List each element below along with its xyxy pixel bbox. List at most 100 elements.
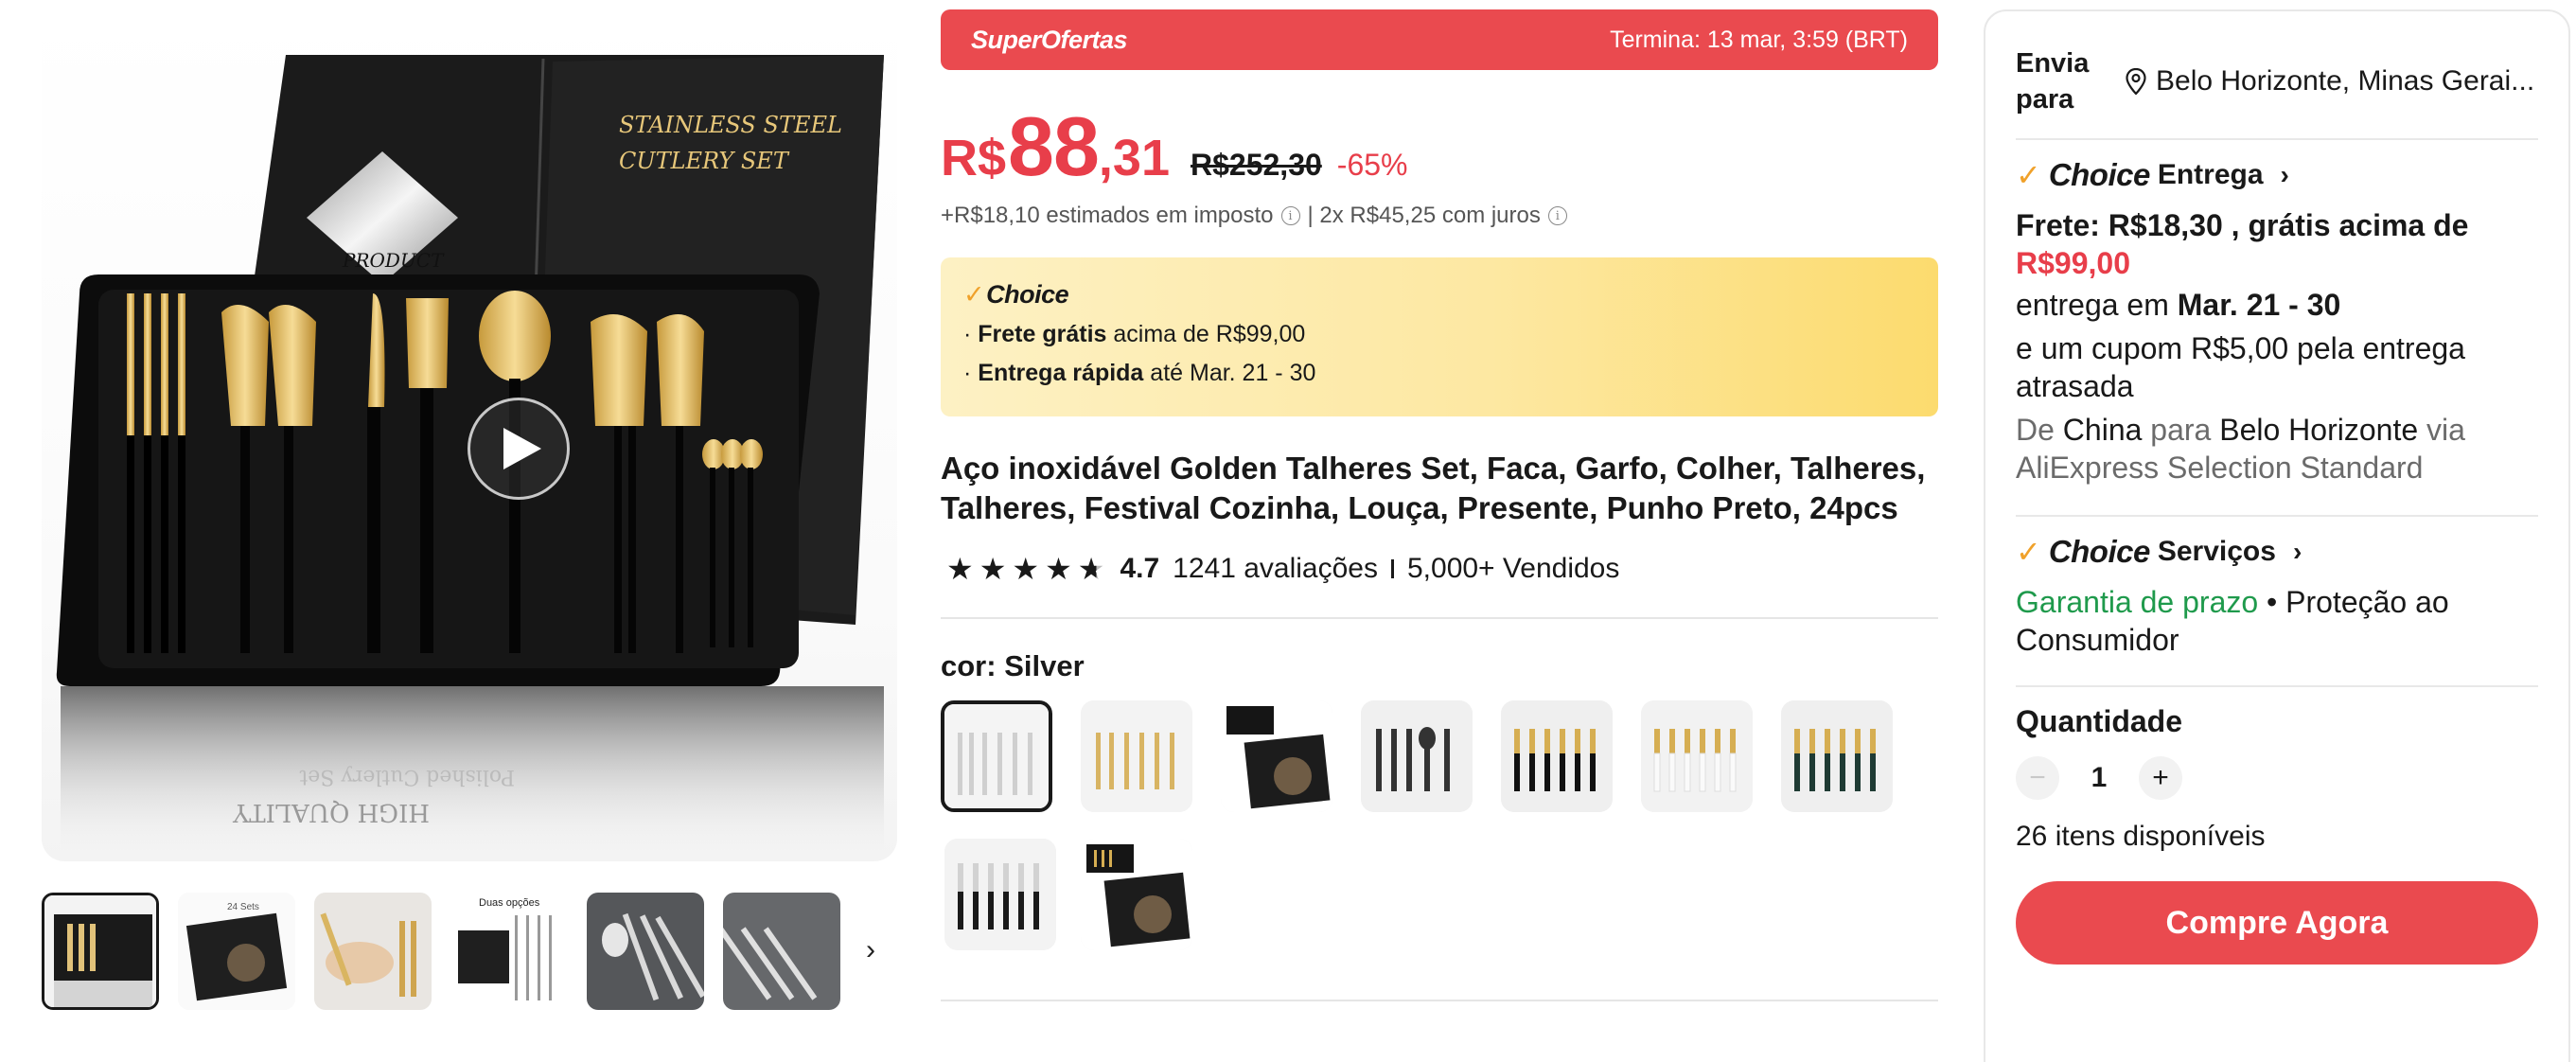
shipping-cost: Frete: R$18,30 , grátis acima de R$99,00 (2016, 206, 2538, 282)
ship-to-label: Envia para (2016, 48, 2090, 115)
box-title-line1: STAINLESS STEEL (619, 112, 842, 138)
reviews-link[interactable]: 1241 avaliações (1173, 553, 1378, 585)
divider (2016, 515, 2538, 517)
reflection-text-2: HIGH QUALITY (232, 798, 430, 826)
thumbnail-1[interactable] (42, 893, 159, 1010)
delivery-estimate: entrega em Mar. 21 - 30 (2016, 286, 2538, 324)
free-shipping-line: · Frete grátis acima de R$99,00 (963, 321, 1915, 348)
thumbnail-2-caption: 24 Sets (227, 902, 259, 912)
thumbnail-6-image (723, 893, 840, 1010)
checkmark-icon: ✓ (2016, 535, 2041, 569)
quantity-decrease-button[interactable]: − (2016, 756, 2059, 800)
swatch-silver-image (944, 704, 1049, 808)
main-product-image[interactable]: PRODUCT STAINLESS STEEL CUTLERY SET Poli… (42, 9, 897, 861)
price-integer: 88 (1008, 99, 1100, 193)
location-pin-icon (2126, 68, 2146, 95)
swatch-black[interactable] (1361, 700, 1473, 812)
swatch-gift-box-2[interactable] (1081, 839, 1192, 950)
thumbnail-3[interactable] (314, 893, 432, 1010)
thumbnail-next-arrow-icon[interactable]: › (848, 928, 893, 973)
choice-delivery-link[interactable]: ✓ Choice Entrega › (2016, 157, 2538, 193)
box-product-text: PRODUCT (342, 249, 445, 272)
thumbnail-strip: 24 Sets Duas opções › (42, 890, 897, 1013)
swatch-black-gold-image (1501, 700, 1613, 812)
delivery-title: Entrega (2157, 159, 2264, 190)
installments-note: | 2x R$45,25 com juros (1307, 203, 1541, 228)
swatch-white-gold[interactable] (1641, 700, 1753, 812)
free-shipping-threshold: R$99,00 (2016, 246, 2130, 280)
tax-row: +R$18,10 estimados em imposto i | 2x R$4… (941, 203, 1938, 229)
checkmark-icon: ✓ (2016, 158, 2041, 192)
star-icon: ★ (979, 552, 1007, 586)
location-text: Belo Horizonte, Minas Gerai... (2156, 65, 2535, 97)
swatch-silver[interactable] (941, 700, 1052, 812)
play-icon (503, 428, 541, 469)
choice-logo: ✓ Choice (963, 280, 1915, 310)
route-via: AliExpress Selection Standard (2016, 451, 2424, 485)
color-swatches (941, 700, 1938, 965)
choice-services-link[interactable]: ✓ Choice Serviços › (2016, 534, 2538, 570)
installments-info-icon[interactable]: i (1547, 206, 1567, 225)
route-from: China (2062, 413, 2143, 447)
services-title: Serviços (2157, 536, 2276, 567)
swatch-gift-box-image (1221, 700, 1332, 812)
box-title-line2: CUTLERY SET (619, 148, 790, 174)
chevron-right-icon: › (2292, 537, 2303, 566)
shipping-cost-text: Frete: R$18,30 , grátis acima de (2016, 208, 2469, 242)
divider (2016, 685, 2538, 687)
free-shipping-rest: acima de R$99,00 (1106, 321, 1306, 347)
swatch-gift-box[interactable] (1221, 700, 1332, 812)
thumbnail-2[interactable]: 24 Sets (178, 893, 295, 1010)
buy-now-button[interactable]: Compre Agora (2016, 881, 2538, 965)
delivery-dates: Mar. 21 - 30 (2177, 288, 2341, 322)
thumbnail-4-caption: Duas opções (479, 897, 540, 909)
purchase-panel: Envia para Belo Horizonte, Minas Gerai..… (1984, 9, 2570, 1062)
route-from-label: De (2016, 413, 2055, 447)
thumbnail-2-image: 24 Sets (178, 893, 295, 1010)
superofertas-label: SuperOfertas (971, 25, 1128, 54)
price-block: R$ 88 ,31 R$252,30 -65% (941, 98, 1938, 193)
thumbnail-6[interactable] (723, 893, 840, 1010)
fast-delivery-rest: até Mar. 21 - 30 (1143, 360, 1316, 386)
thumbnail-3-image (314, 893, 432, 1010)
services-list: Garantia de prazo • Proteção ao Consumid… (2016, 583, 2538, 659)
bullet: · (963, 321, 972, 347)
delivery-prefix: entrega em (2016, 288, 2178, 322)
route-to: Belo Horizonte (2219, 413, 2419, 447)
swatch-black-silver[interactable] (944, 839, 1056, 950)
tax-note: +R$18,10 estimados em imposto (941, 203, 1274, 228)
star-half-icon: ★ (1077, 552, 1105, 586)
swatch-black-silver-image (944, 839, 1056, 950)
quantity-value[interactable]: 1 (2059, 762, 2139, 794)
choice-word: Choice (2048, 534, 2151, 569)
play-video-button[interactable] (468, 398, 570, 500)
rating-row: ★ ★ ★ ★ ★ 4.7 1241 avaliações 5,000+ Ven… (941, 551, 1938, 587)
ship-to-location[interactable]: Belo Horizonte, Minas Gerai... (2126, 65, 2534, 97)
thumbnail-1-image (44, 895, 156, 1007)
thumbnail-5[interactable] (587, 893, 704, 1010)
rating-stars[interactable]: ★ ★ ★ ★ ★ (946, 551, 1104, 587)
late-delivery-coupon: e um cupom R$5,00 pela entrega atrasada (2016, 331, 2465, 403)
original-price: R$252,30 (1191, 148, 1322, 182)
price-decimal: ,31 (1098, 130, 1170, 186)
swatch-black-gold[interactable] (1501, 700, 1613, 812)
quantity-increase-button[interactable]: + (2139, 756, 2182, 800)
thumbnail-4-image: Duas opções (450, 893, 568, 1010)
separator (1390, 559, 1394, 578)
chevron-right-icon: › (2280, 160, 2289, 189)
tax-info-icon[interactable]: i (1280, 206, 1300, 225)
free-shipping-bold: Frete grátis (978, 321, 1107, 347)
star-icon: ★ (1045, 552, 1072, 586)
choice-logo-text: Choice (986, 280, 1069, 309)
thumbnail-4[interactable]: Duas opções (450, 893, 568, 1010)
promo-countdown: Termina: 13 mar, 3:59 (BRT) (1610, 26, 1908, 53)
color-label-prefix: cor: (941, 649, 1005, 682)
swatch-green-gold[interactable] (1781, 700, 1893, 812)
rating-value: 4.7 (1120, 553, 1160, 584)
items-available: 26 itens disponíveis (2016, 821, 2266, 852)
swatch-gold[interactable] (1081, 700, 1192, 812)
swatch-white-gold-image (1641, 700, 1753, 812)
fast-delivery-bold: Entrega rápida (978, 360, 1144, 386)
reflection-text-1: Polished Cutlery Set (299, 765, 515, 788)
sold-count: 5,000+ Vendidos (1406, 553, 1620, 584)
